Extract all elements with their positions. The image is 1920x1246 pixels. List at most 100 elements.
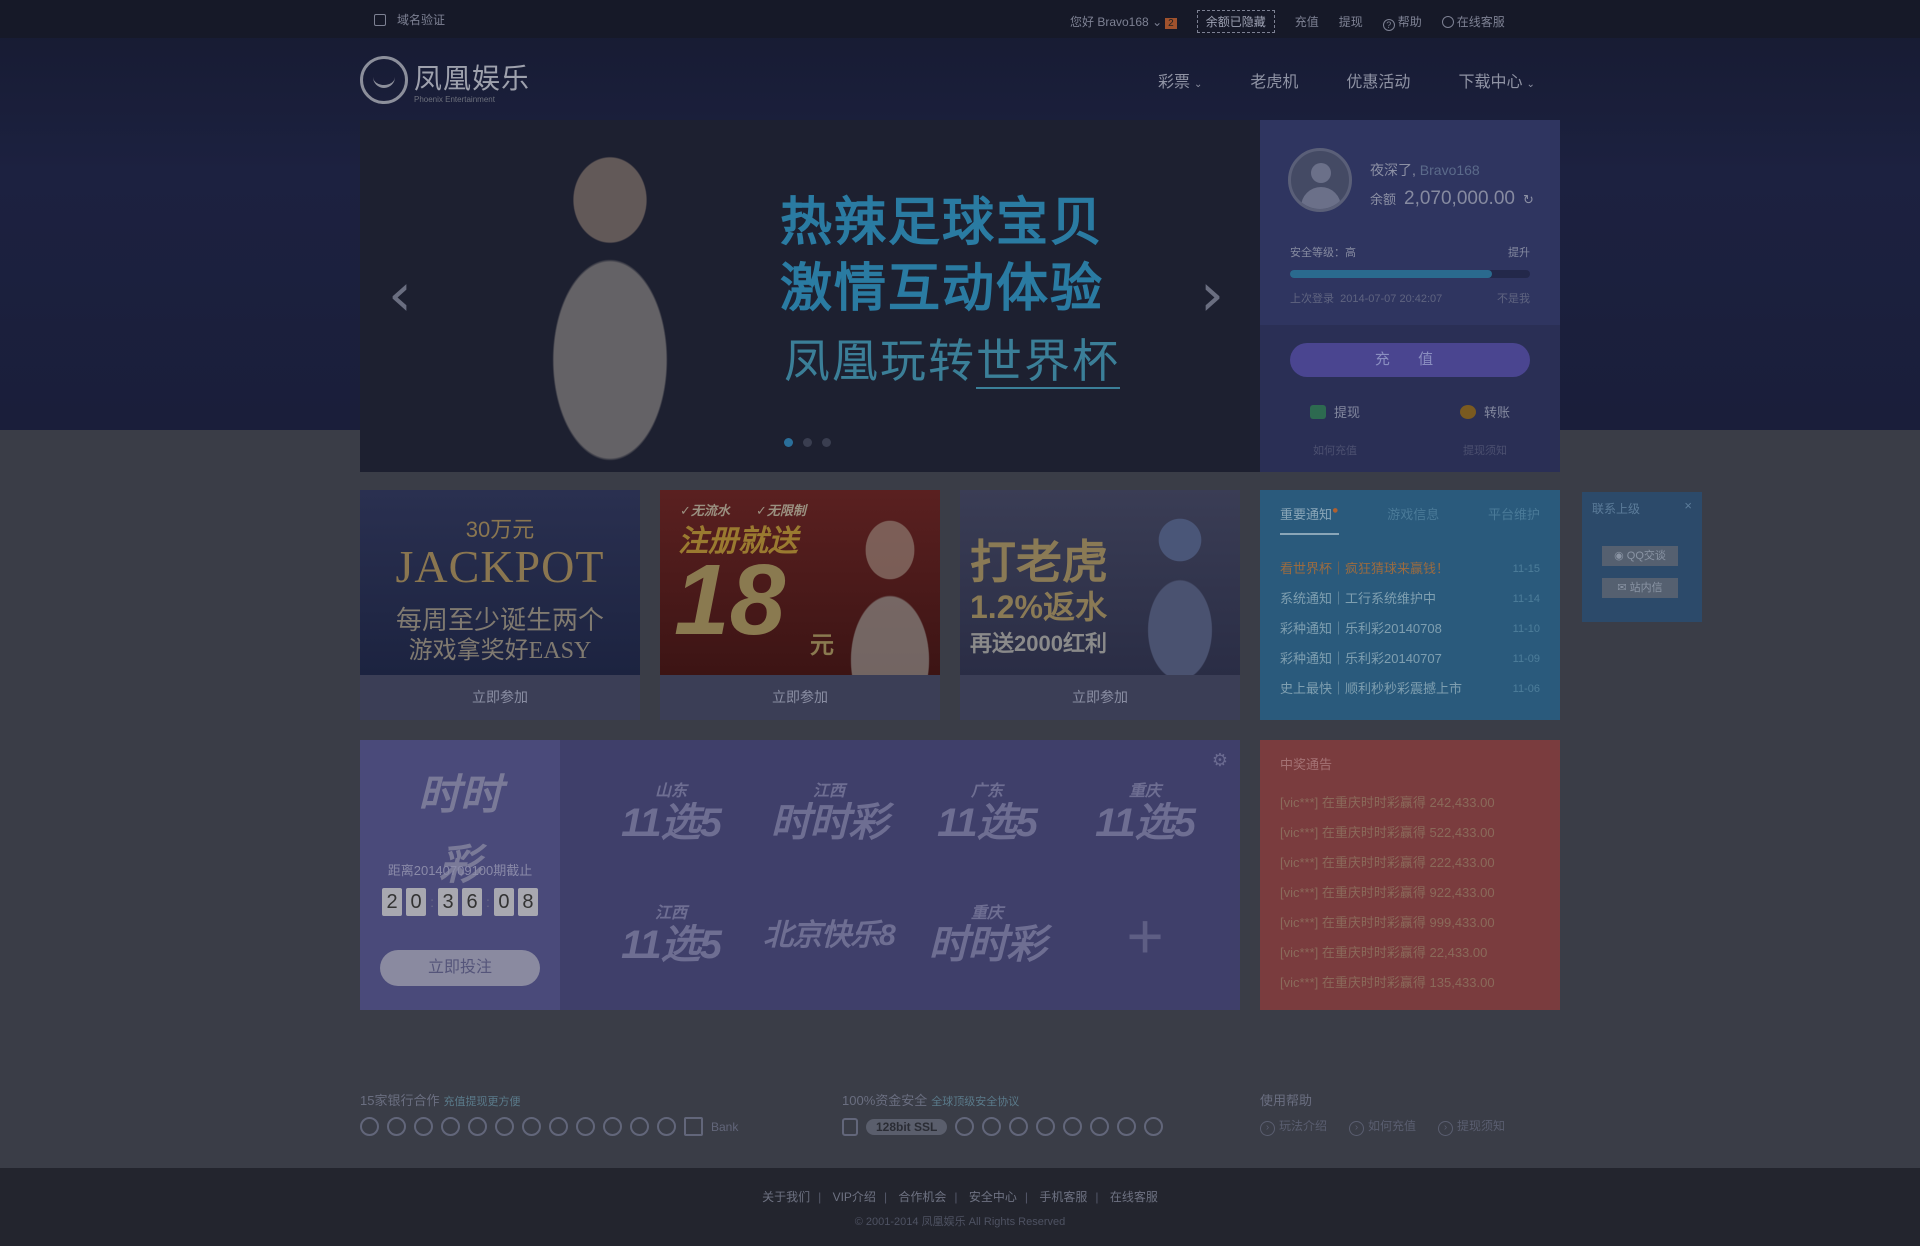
bank-logos: Bank [360,1117,738,1136]
footer-link-service[interactable]: 在线客服 [1110,1190,1158,1204]
banner-carousel[interactable]: 热辣足球宝贝 激情互动体验 凤凰玩转世界杯 ‹ › [360,120,1260,472]
bank-icon [414,1117,433,1136]
list-item[interactable]: 系统通知｜工行系统维护中 11-14 [1280,584,1540,614]
footer-links: 关于我们 | VIP介绍 | 合作机会 | 安全中心 | 手机客服 | 在线客服 [0,1188,1920,1205]
winners-list: [vic***] 在重庆时时彩赢得 242,433.00 [vic***] 在重… [1280,788,1495,998]
chevron-down-icon: ⌄ [1152,15,1163,29]
nav-item-lottery[interactable]: 彩票 ⌄ [1158,68,1202,92]
nav-item-promotions[interactable]: 优惠活动 [1346,68,1410,92]
top-bar: 域名验证 您好 Bravo168 ⌄ 2 余额已隐藏 充值 提现 ? 帮助 在线客服 [0,0,1920,38]
notice-panel: 重要通知● 游戏信息 平台维护 看世界杯｜疯狂猜球来赢钱！ 11-15 系统通知｜… [1260,490,1560,720]
help-link-withdraw[interactable]: 提现须知 [1438,1117,1505,1136]
avatar[interactable] [1288,148,1352,212]
promo-register-bonus[interactable]: ✓无流水 ✓无限制 注册就送 18 元 立即参加 [660,490,940,720]
carousel-dot[interactable] [784,438,793,447]
promo-text: 再送2000红利 [970,631,1107,656]
top-withdraw-link[interactable]: 提现 [1339,13,1363,30]
featured-lottery-logo[interactable]: 时时彩 [398,760,522,888]
security-icon [1063,1117,1083,1136]
list-item[interactable]: 彩种通知｜乐利彩20140708 11-10 [1280,614,1540,644]
bank-icon [630,1117,649,1136]
carousel-dot[interactable] [803,438,812,447]
join-button[interactable]: 立即参加 [960,675,1240,720]
safety-title: 100%资金安全 [842,1093,928,1108]
footer-link-about[interactable]: 关于我们 [762,1190,810,1204]
help-link-recharge[interactable]: 如何充值 [1349,1117,1416,1136]
user-info: 夜深了, Bravo168 余额 2,070,000.00 ↻ 安全等级：高 提… [1260,120,1560,325]
transfer-button[interactable]: 转账 [1410,402,1560,421]
security-logos: 128bit SSL [842,1117,1164,1136]
add-lottery-button[interactable]: + [1066,876,1224,996]
promo-text: JACKPOT [395,541,605,592]
security-progress-fill [1290,270,1492,278]
countdown-digit: 8 [517,888,538,916]
list-item: [vic***] 在重庆时时彩赢得 22,433.00 [1280,945,1488,960]
lottery-tile-chongqing-11x5[interactable]: 重庆 11选5 [1066,754,1224,874]
help-link-rules[interactable]: 玩法介绍 [1260,1117,1327,1136]
contact-widget: 联系上级 × ◉ QQ交谈 ✉ 站内信 [1582,492,1702,622]
withdraw-notice-link[interactable]: 提现须知 [1410,442,1560,458]
tab-game-info[interactable]: 游戏信息 [1387,504,1439,535]
countdown-digit: 3 [438,888,458,916]
site-logo[interactable]: 凤凰娱乐 Phoenix Entertainment [360,56,530,104]
message-count-badge[interactable]: 2 [1165,18,1177,29]
lottery-tile-jiangxi-ssc[interactable]: 江西 时时彩 [750,754,908,874]
domain-verify-link[interactable]: 域名验证 [397,11,445,28]
bank-icon [441,1117,460,1136]
withdraw-icon [1309,405,1326,419]
qq-chat-button[interactable]: ◉ QQ交谈 [1602,546,1678,566]
countdown-digit: 6 [462,888,482,916]
promo-jackpot[interactable]: 30万元 JACKPOT 每周至少诞生两个 游戏拿奖好EASY 立即参加 [360,490,640,720]
footer-link-vip[interactable]: VIP介绍 [833,1190,876,1204]
security-icon [982,1117,1002,1136]
tab-important[interactable]: 重要通知● [1280,504,1339,535]
lottery-tile-chongqing-ssc[interactable]: 重庆 时时彩 [908,876,1066,996]
shield-icon [374,13,386,26]
promo-hero-image [1130,510,1230,675]
contact-title: 联系上级 [1592,502,1641,516]
close-icon[interactable]: × [1684,498,1692,513]
top-recharge-link[interactable]: 充值 [1295,13,1319,30]
join-button[interactable]: 立即参加 [660,675,940,720]
footer-link-mobile[interactable]: 手机客服 [1039,1190,1087,1204]
site-message-button[interactable]: ✉ 站内信 [1602,578,1678,598]
lottery-tile-shandong-11x5[interactable]: 山东 11选5 [592,754,750,874]
balance-label: 余额 [1370,192,1397,207]
carousel-dot[interactable] [822,438,831,447]
logo-name: 凤凰娱乐 [414,62,531,94]
security-icon [1090,1117,1110,1136]
footer-link-partner[interactable]: 合作机会 [898,1190,946,1204]
footer-info: 15家银行合作 充值提现更方便 Bank 100%资金安全 全球顶级安全协议 128… [360,1090,1560,1140]
carousel-next-icon[interactable]: › [1200,260,1224,330]
security-label: 安全等级：高 [1290,247,1356,259]
notice-tabs: 重要通知● 游戏信息 平台维护 [1280,504,1540,535]
balance-toggle[interactable]: 余额已隐藏 [1196,10,1275,33]
list-item[interactable]: 史上最快｜顺利秒秒彩震撼上市 11-06 [1280,674,1540,704]
join-button[interactable]: 立即参加 [360,675,640,720]
lottery-tile-jiangxi-11x5[interactable]: 江西 11选5 [592,876,750,996]
refresh-icon[interactable]: ↻ [1523,192,1534,208]
tab-maintenance[interactable]: 平台维护 [1488,504,1540,535]
withdraw-button[interactable]: 提现 [1260,402,1410,421]
nav-item-slots[interactable]: 老虎机 [1250,68,1298,92]
help-link[interactable]: ? 帮助 [1382,13,1422,31]
online-service-link[interactable]: 在线客服 [1441,13,1505,30]
list-item: [vic***] 在重庆时时彩赢得 922,433.00 [1280,885,1495,900]
how-recharge-link[interactable]: 如何充值 [1260,442,1410,458]
list-item: [vic***] 在重庆时时彩赢得 135,433.00 [1280,975,1495,990]
lottery-tile-beijing-kl8[interactable]: 北京快乐8 [750,876,908,996]
user-menu[interactable]: 您好 Bravo168 ⌄ 2 [1070,13,1177,30]
footer-link-security[interactable]: 安全中心 [969,1190,1017,1204]
banner-headline: 热辣足球宝贝 激情互动体验 [780,190,1104,322]
list-item[interactable]: 看世界杯｜疯狂猜球来赢钱！ 11-15 [1280,554,1540,584]
recharge-button[interactable]: 充 值 [1290,343,1530,377]
security-upgrade-link[interactable]: 提升 [1508,244,1530,260]
promo-slots[interactable]: 打老虎 1.2%返水 再送2000红利 立即参加 [960,490,1240,720]
lottery-tile-guangdong-11x5[interactable]: 广东 11选5 [908,754,1066,874]
nav-item-download[interactable]: 下载中心 ⌄ [1458,68,1534,92]
list-item[interactable]: 彩种通知｜乐利彩20140707 11-09 [1280,644,1540,674]
not-me-link[interactable]: 不是我 [1497,290,1530,306]
account-help-links: 如何充值 提现须知 [1260,442,1560,458]
carousel-prev-icon[interactable]: ‹ [388,260,412,330]
bet-now-button[interactable]: 立即投注 [380,950,540,986]
